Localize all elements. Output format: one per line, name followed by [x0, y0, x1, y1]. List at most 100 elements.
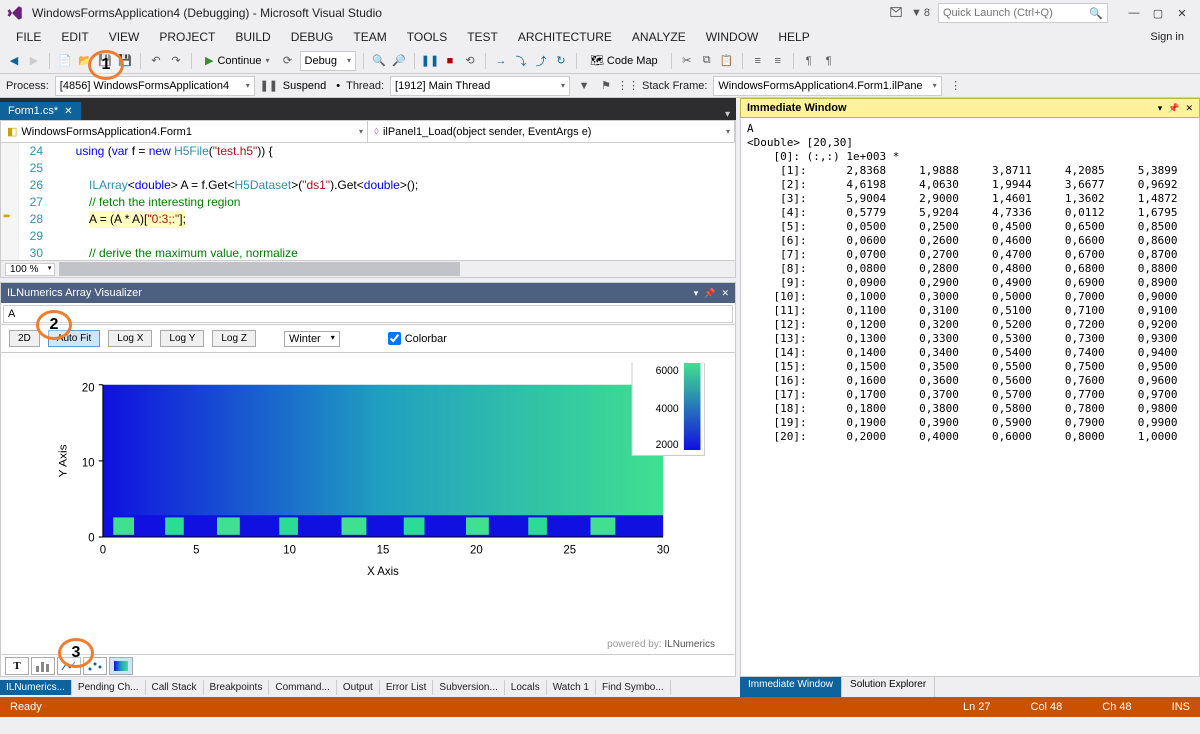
tab-output[interactable]: Output	[337, 680, 380, 695]
threads-icon[interactable]: ⋮⋮	[620, 78, 636, 94]
step-out-icon[interactable]: ⤴	[533, 53, 549, 69]
tab-breakpoints[interactable]: Breakpoints	[204, 680, 270, 695]
panel-close-icon[interactable]: ✕	[1185, 103, 1193, 114]
menu-view[interactable]: VIEW	[99, 28, 150, 46]
panel-dropdown-icon[interactable]: ▾	[694, 288, 699, 299]
heatmap-plot[interactable]: 0 10 20 0 5 10 15 20 25 30 X Axis Y	[1, 353, 735, 654]
uncomment-icon[interactable]: ¶	[821, 53, 837, 69]
panel-pin-icon[interactable]: 📌	[704, 288, 715, 299]
misc-icon-1[interactable]: ✂	[679, 53, 695, 69]
code-text-area[interactable]: ➨ 24252627282930 using (var f = new H5Fi…	[1, 143, 735, 260]
nav-fwd-icon[interactable]: ▶	[26, 53, 42, 69]
tab-ilnumerics[interactable]: ILNumerics...	[0, 680, 72, 695]
immediate-window-title[interactable]: Immediate Window ▾ 📌 ✕	[740, 98, 1200, 118]
btn-2d[interactable]: 2D	[9, 330, 40, 347]
tabs-overflow-icon[interactable]: ▾	[719, 109, 736, 120]
codemap-button[interactable]: 🗺 Code Map	[584, 53, 664, 68]
tab-immediate[interactable]: Immediate Window	[740, 677, 842, 697]
panel-pin-icon[interactable]: 📌	[1168, 103, 1179, 114]
tab-findsymbol[interactable]: Find Symbo...	[596, 680, 671, 695]
menu-test[interactable]: TEST	[457, 28, 508, 46]
panel-dropdown-icon[interactable]: ▾	[1158, 103, 1163, 114]
view-text-button[interactable]: T	[5, 657, 29, 675]
colorbar-checkbox[interactable]: Colorbar	[388, 332, 447, 345]
btn-logx[interactable]: Log X	[108, 330, 152, 347]
editor-type-dropdown[interactable]: ◧WindowsFormsApplication4.Form1	[1, 121, 368, 142]
notification-icon[interactable]	[889, 5, 903, 22]
tab-locals[interactable]: Locals	[505, 680, 547, 695]
refresh-icon[interactable]: ⟳	[280, 53, 296, 69]
menu-help[interactable]: HELP	[768, 28, 819, 46]
process-dropdown[interactable]: [4856] WindowsFormsApplication4	[55, 76, 255, 96]
line-number-gutter: 24252627282930	[19, 143, 49, 260]
close-tab-icon[interactable]: ✕	[64, 106, 72, 117]
redo-icon[interactable]: ↷	[168, 53, 184, 69]
continue-button[interactable]: ▶ Continue ▾	[199, 53, 276, 68]
step-into-icon[interactable]: →	[493, 53, 509, 69]
ilnumerics-title-bar[interactable]: ILNumerics Array Visualizer ▾ 📌 ✕	[1, 283, 735, 303]
document-tab-form1[interactable]: Form1.cs* ✕	[0, 102, 81, 120]
menu-analyze[interactable]: ANALYZE	[622, 28, 696, 46]
process-label: Process:	[6, 80, 49, 92]
editor-hscrollbar[interactable]	[59, 262, 727, 276]
misc-icon-3[interactable]: 📋	[719, 53, 735, 69]
find-in-files-icon[interactable]: 🔎	[391, 53, 407, 69]
minimize-button[interactable]: —	[1122, 3, 1146, 23]
view-bar-button[interactable]	[31, 657, 55, 675]
close-button[interactable]: ✕	[1170, 3, 1194, 23]
view-surface-button[interactable]	[109, 657, 133, 675]
menu-edit[interactable]: EDIT	[51, 28, 98, 46]
status-bar: Ready Ln 27 Col 48 Ch 48 INS	[0, 697, 1200, 717]
tab-watch1[interactable]: Watch 1	[547, 680, 596, 695]
maximize-button[interactable]: ▢	[1146, 3, 1170, 23]
svg-text:6000: 6000	[656, 365, 679, 377]
nav-back-icon[interactable]: ◀	[6, 53, 22, 69]
flag-threads-icon[interactable]: ⚑	[598, 78, 614, 94]
callout-3: 3	[58, 638, 94, 668]
quick-launch-input[interactable]: 🔍	[938, 3, 1108, 23]
menu-file[interactable]: FILE	[6, 28, 51, 46]
step-over-icon[interactable]: ⤵	[513, 53, 529, 69]
svg-text:20: 20	[82, 381, 95, 394]
step-icon[interactable]: ↻	[553, 53, 569, 69]
btn-logy[interactable]: Log Y	[160, 330, 204, 347]
menu-architecture[interactable]: ARCHITECTURE	[508, 28, 622, 46]
indent-icon[interactable]: ≡	[750, 53, 766, 69]
tab-subversion[interactable]: Subversion...	[433, 680, 504, 695]
stackframe-dropdown[interactable]: WindowsFormsApplication4.Form1.ilPane	[713, 76, 941, 96]
editor-member-dropdown[interactable]: ⬨ilPanel1_Load(object sender, EventArgs …	[368, 121, 735, 142]
config-dropdown[interactable]: Debug	[300, 51, 356, 71]
misc-icon-2[interactable]: ⧉	[699, 53, 715, 69]
find-icon[interactable]: 🔍	[371, 53, 387, 69]
tab-callstack[interactable]: Call Stack	[146, 680, 204, 695]
flag-icon[interactable]: ▼8	[911, 7, 930, 19]
tab-solution-explorer[interactable]: Solution Explorer	[842, 677, 935, 697]
comment-icon[interactable]: ¶	[801, 53, 817, 69]
expression-input[interactable]	[3, 305, 733, 323]
filter-icon[interactable]: ▼	[576, 78, 592, 94]
zoom-dropdown[interactable]: 100 %	[5, 263, 55, 276]
toolbar-overflow-icon[interactable]: ⋮	[948, 78, 964, 94]
menu-team[interactable]: TEAM	[343, 28, 396, 46]
menu-build[interactable]: BUILD	[225, 28, 280, 46]
colormap-dropdown[interactable]: Winter	[284, 331, 340, 347]
tab-command[interactable]: Command...	[269, 680, 336, 695]
suspend-icon[interactable]: ❚❚	[261, 78, 277, 94]
menu-project[interactable]: PROJECT	[149, 28, 225, 46]
menu-window[interactable]: WINDOW	[696, 28, 769, 46]
signin-link[interactable]: Sign in	[1140, 29, 1194, 45]
pause-icon[interactable]: ❚❚	[422, 53, 438, 69]
immediate-window-body[interactable]: A <Double> [20,30] [0]: (:,:) 1e+003 * […	[740, 118, 1200, 677]
panel-close-icon[interactable]: ✕	[721, 288, 729, 299]
new-project-icon[interactable]: 📄	[57, 53, 73, 69]
tab-errorlist[interactable]: Error List	[380, 680, 434, 695]
btn-logz[interactable]: Log Z	[212, 330, 256, 347]
restart-icon[interactable]: ⟲	[462, 53, 478, 69]
menu-tools[interactable]: TOOLS	[397, 28, 457, 46]
undo-icon[interactable]: ↶	[148, 53, 164, 69]
tab-pending[interactable]: Pending Ch...	[72, 680, 146, 695]
stop-icon[interactable]: ■	[442, 53, 458, 69]
outdent-icon[interactable]: ≡	[770, 53, 786, 69]
thread-dropdown[interactable]: [1912] Main Thread	[390, 76, 570, 96]
menu-debug[interactable]: DEBUG	[281, 28, 344, 46]
